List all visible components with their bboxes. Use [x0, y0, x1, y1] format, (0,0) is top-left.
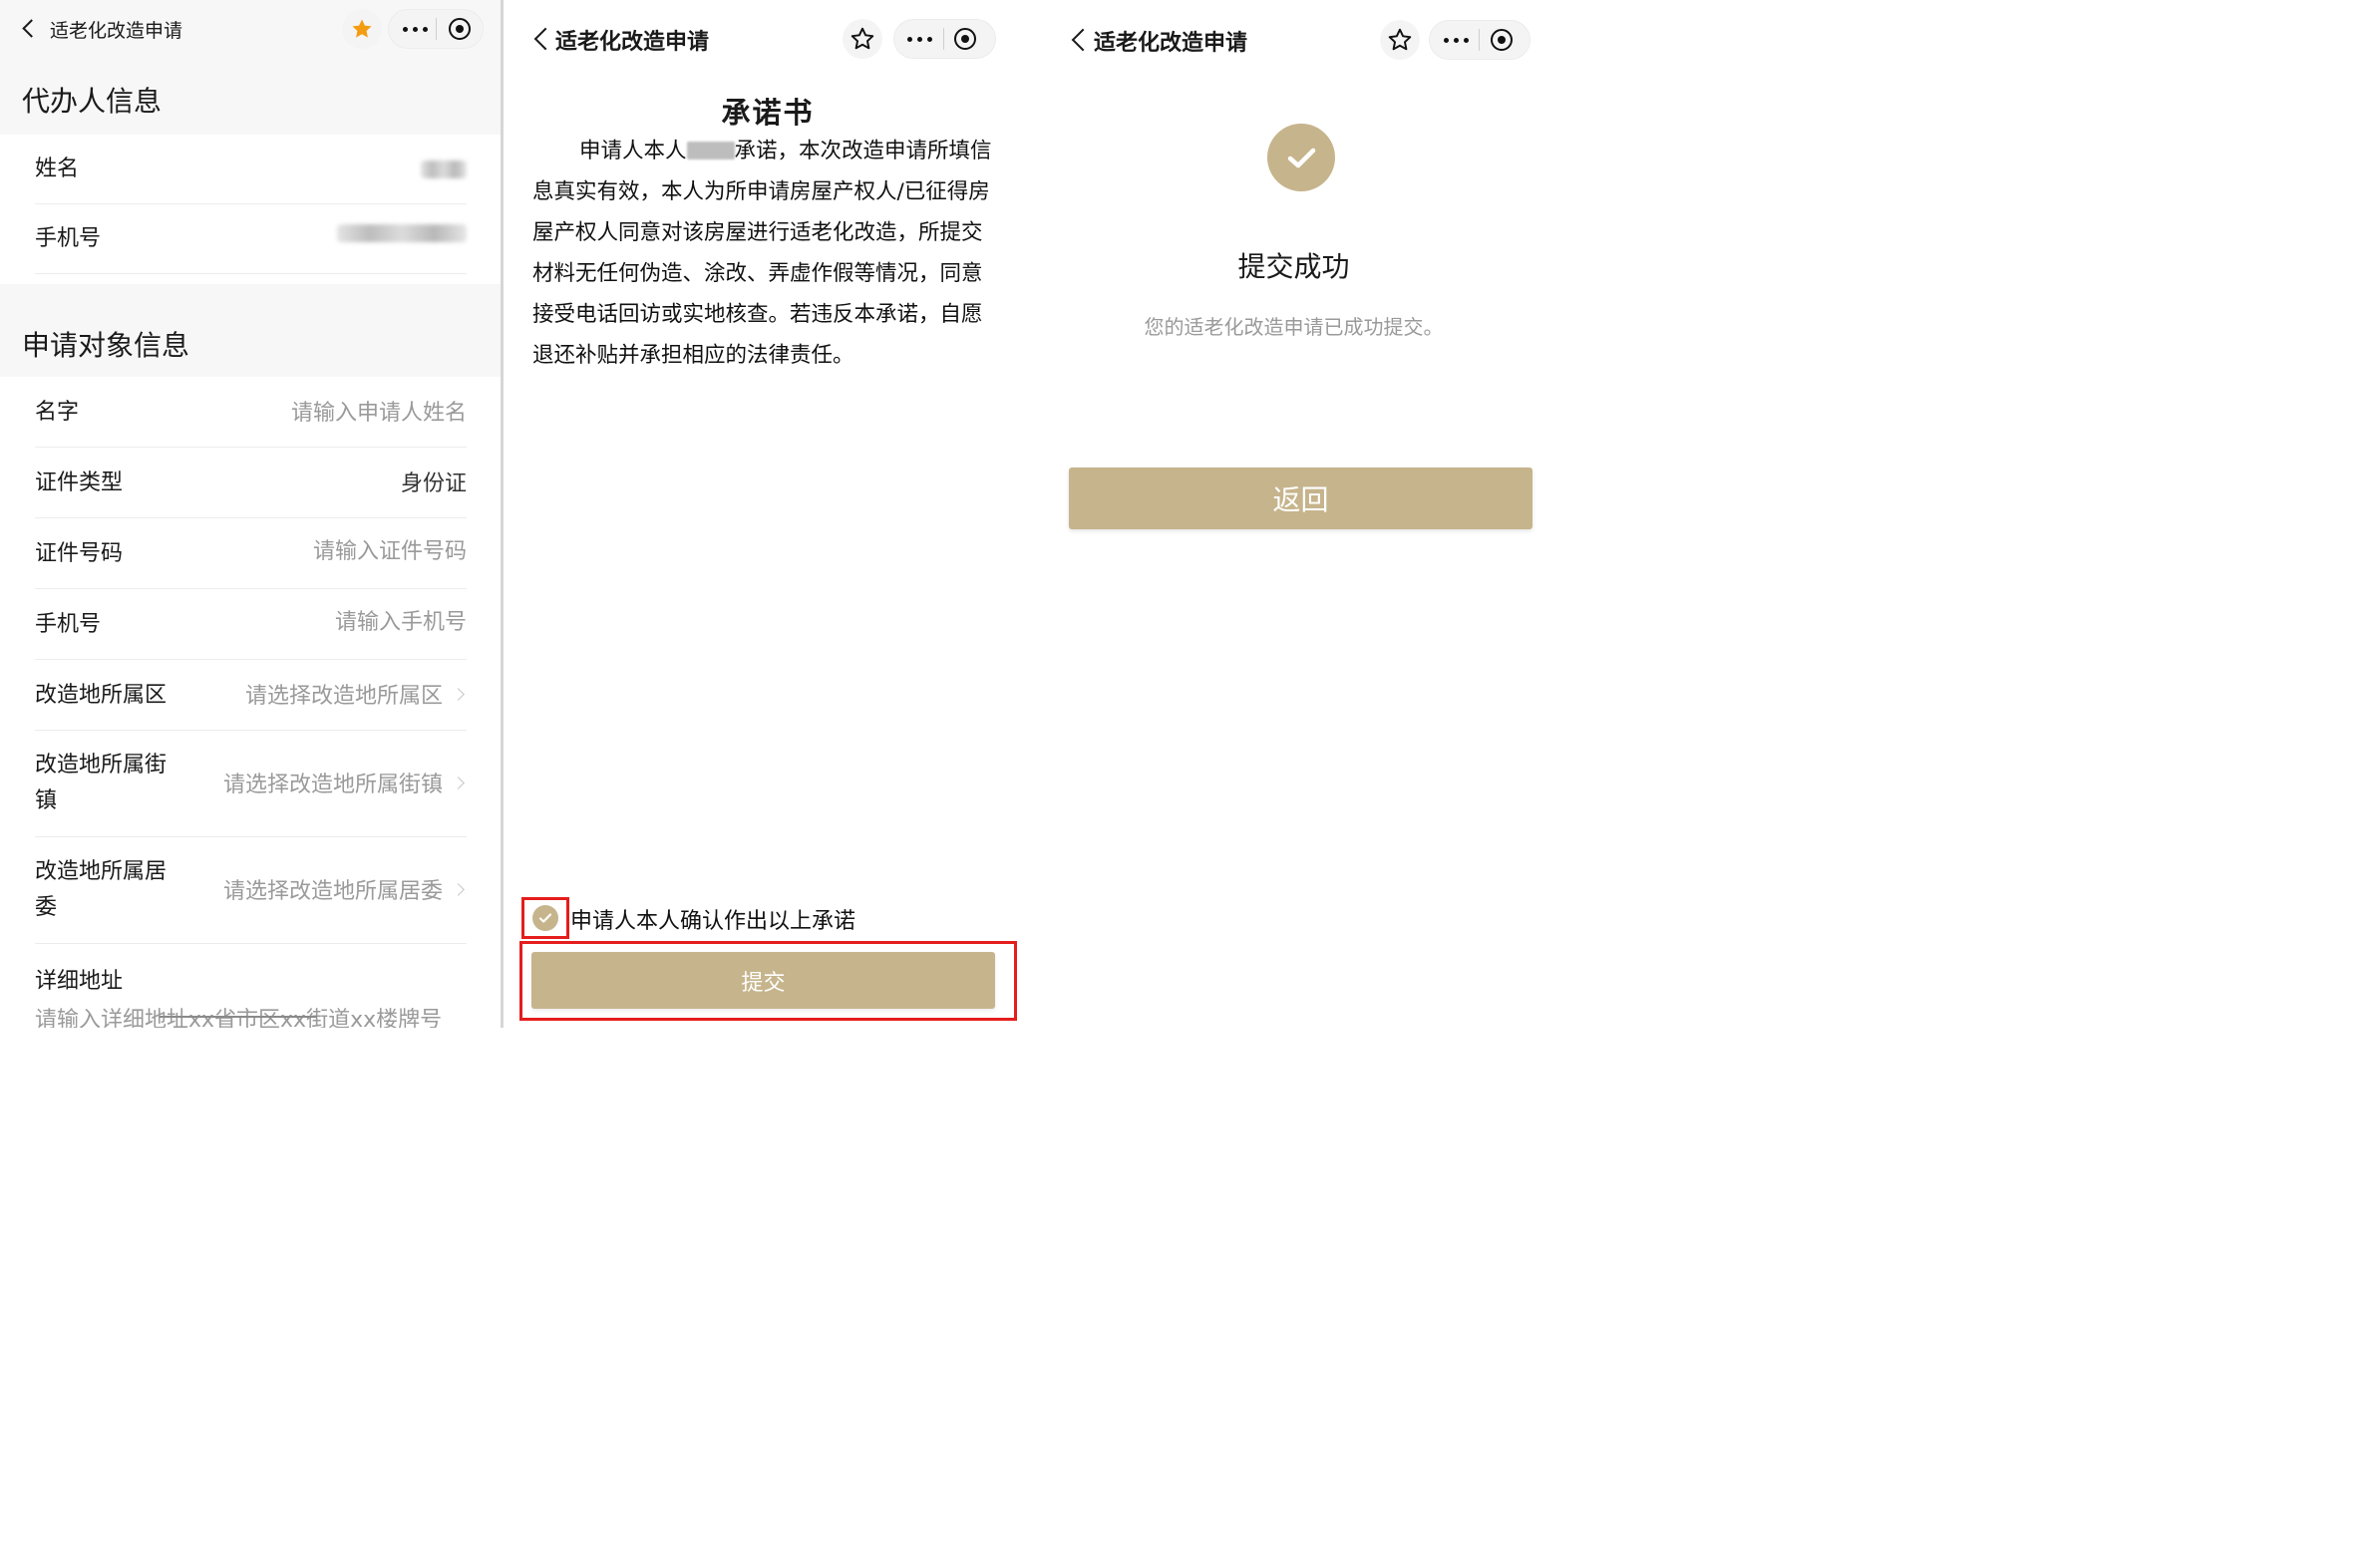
field-row[interactable]: 证件类型 身份证: [35, 448, 467, 518]
redacted-name: [686, 142, 735, 159]
agent-name-row[interactable]: 姓名: [35, 135, 467, 204]
back-chevron-icon[interactable]: [1071, 28, 1095, 52]
field-row[interactable]: 证件号码 请输入证件号码: [35, 518, 467, 589]
field-label: 改造地所属街镇: [35, 753, 168, 813]
more-dots-icon[interactable]: [907, 37, 932, 42]
name-input[interactable]: 请输入申请人姓名: [291, 395, 467, 427]
field-row[interactable]: 手机号 请输入手机号: [35, 589, 467, 660]
pledge-title: 承诺书: [721, 96, 815, 130]
pledge-body-prefix: 申请人本人: [579, 139, 687, 163]
field-label: 姓名: [35, 156, 80, 181]
success-message: 您的适老化改造申请已成功提交。: [1144, 315, 1444, 339]
nav-bar: 适老化改造申请: [504, 0, 1032, 78]
capsule-divider: [943, 28, 944, 50]
chevron-right-icon: [452, 883, 465, 896]
star-icon: [352, 19, 372, 38]
nav-bar: 适老化改造申请: [1037, 0, 1550, 78]
favorite-button[interactable]: [843, 19, 882, 59]
return-button[interactable]: 返回: [1069, 468, 1532, 529]
field-label: 证件号码: [35, 541, 124, 566]
confirm-label: 申请人本人确认作出以上承诺: [570, 909, 856, 934]
more-dots-icon[interactable]: [403, 27, 428, 32]
check-icon: [538, 913, 552, 923]
submit-button[interactable]: 提交: [531, 952, 995, 1009]
field-row[interactable]: 改造地所属居委 请选择改造地所属居委: [35, 837, 467, 944]
subject-section-title: 申请对象信息: [22, 329, 190, 362]
field-label: 详细地址: [35, 969, 124, 994]
confirm-checkbox[interactable]: [521, 897, 569, 939]
favorite-button[interactable]: [342, 9, 382, 49]
street-select[interactable]: 请选择改造地所属街镇: [223, 767, 443, 798]
phone-input[interactable]: 请输入手机号: [335, 604, 467, 636]
agent-phone-row[interactable]: 手机号: [35, 204, 467, 274]
field-row[interactable]: 详细地址 请输入详细地址xx省市区xx街道xx楼牌号: [35, 944, 467, 1028]
more-dots-icon[interactable]: [1444, 38, 1469, 43]
redacted-value: [337, 224, 467, 242]
field-row[interactable]: 改造地所属街镇 请选择改造地所属街镇: [35, 731, 467, 837]
success-screen: 适老化改造申请 提交成功 您的适老化改造申请已成功提交。 返回: [1037, 0, 1550, 1028]
id-number-input[interactable]: 请输入证件号码: [313, 533, 467, 565]
field-row[interactable]: 名字 请输入申请人姓名: [35, 377, 467, 448]
star-icon: [1388, 28, 1412, 51]
nav-bar: 适老化改造申请: [0, 0, 501, 78]
capsule-divider: [1479, 29, 1480, 51]
success-title: 提交成功: [1237, 250, 1350, 283]
check-icon: [1287, 148, 1316, 168]
capsule-divider: [436, 18, 437, 40]
field-row[interactable]: 改造地所属区 请选择改造地所属区: [35, 660, 467, 731]
chevron-right-icon: [452, 777, 465, 789]
back-chevron-icon[interactable]: [22, 19, 41, 38]
star-icon: [850, 27, 874, 50]
field-label: 手机号: [35, 612, 102, 637]
nav-title: 适老化改造申请: [50, 20, 183, 42]
form-screen: 适老化改造申请 代办人信息 姓名 手机号 申请对象信息 名字 请输入申请人姓名 …: [0, 0, 501, 1028]
id-type-select[interactable]: 身份证: [401, 466, 467, 497]
agent-section-title: 代办人信息: [22, 85, 163, 118]
field-label: 改造地所属区: [35, 683, 168, 708]
field-label: 证件类型: [35, 470, 124, 495]
subject-card: 名字 请输入申请人姓名 证件类型 身份证 证件号码 请输入证件号码 手机号 请输…: [0, 377, 501, 1028]
agent-card: 姓名 手机号: [0, 135, 501, 284]
back-chevron-icon[interactable]: [533, 27, 557, 51]
success-icon: [1267, 124, 1335, 191]
field-label: 手机号: [35, 226, 102, 251]
address-input[interactable]: 请输入详细地址xx省市区xx街道xx楼牌号: [35, 1002, 442, 1028]
field-label: 名字: [35, 400, 80, 425]
pledge-body-text: 承诺，本次改造申请所填信息真实有效，本人为所申请房屋产权人/已征得房屋产权人同意…: [532, 139, 992, 368]
favorite-button[interactable]: [1380, 20, 1420, 60]
check-circle: [532, 905, 558, 931]
pledge-body: 申请人本人 承诺，本次改造申请所填信息真实有效，本人为所申请房屋产权人/已征得房屋…: [532, 131, 998, 376]
pledge-screen: 适老化改造申请 承诺书 申请人本人 承诺，本次改造申请所填信息真实有效，本人为所申…: [504, 0, 1032, 1028]
chevron-right-icon: [452, 688, 465, 701]
district-select[interactable]: 请选择改造地所属区: [245, 678, 443, 710]
committee-select[interactable]: 请选择改造地所属居委: [223, 873, 443, 905]
target-icon[interactable]: [449, 18, 471, 40]
target-icon[interactable]: [1491, 29, 1513, 51]
nav-title: 适老化改造申请: [555, 30, 710, 55]
target-icon[interactable]: [954, 28, 976, 50]
nav-title: 适老化改造申请: [1094, 31, 1248, 56]
strike-decoration: [160, 1016, 317, 1018]
field-label: 改造地所属居委: [35, 859, 168, 920]
redacted-value: [421, 160, 467, 178]
